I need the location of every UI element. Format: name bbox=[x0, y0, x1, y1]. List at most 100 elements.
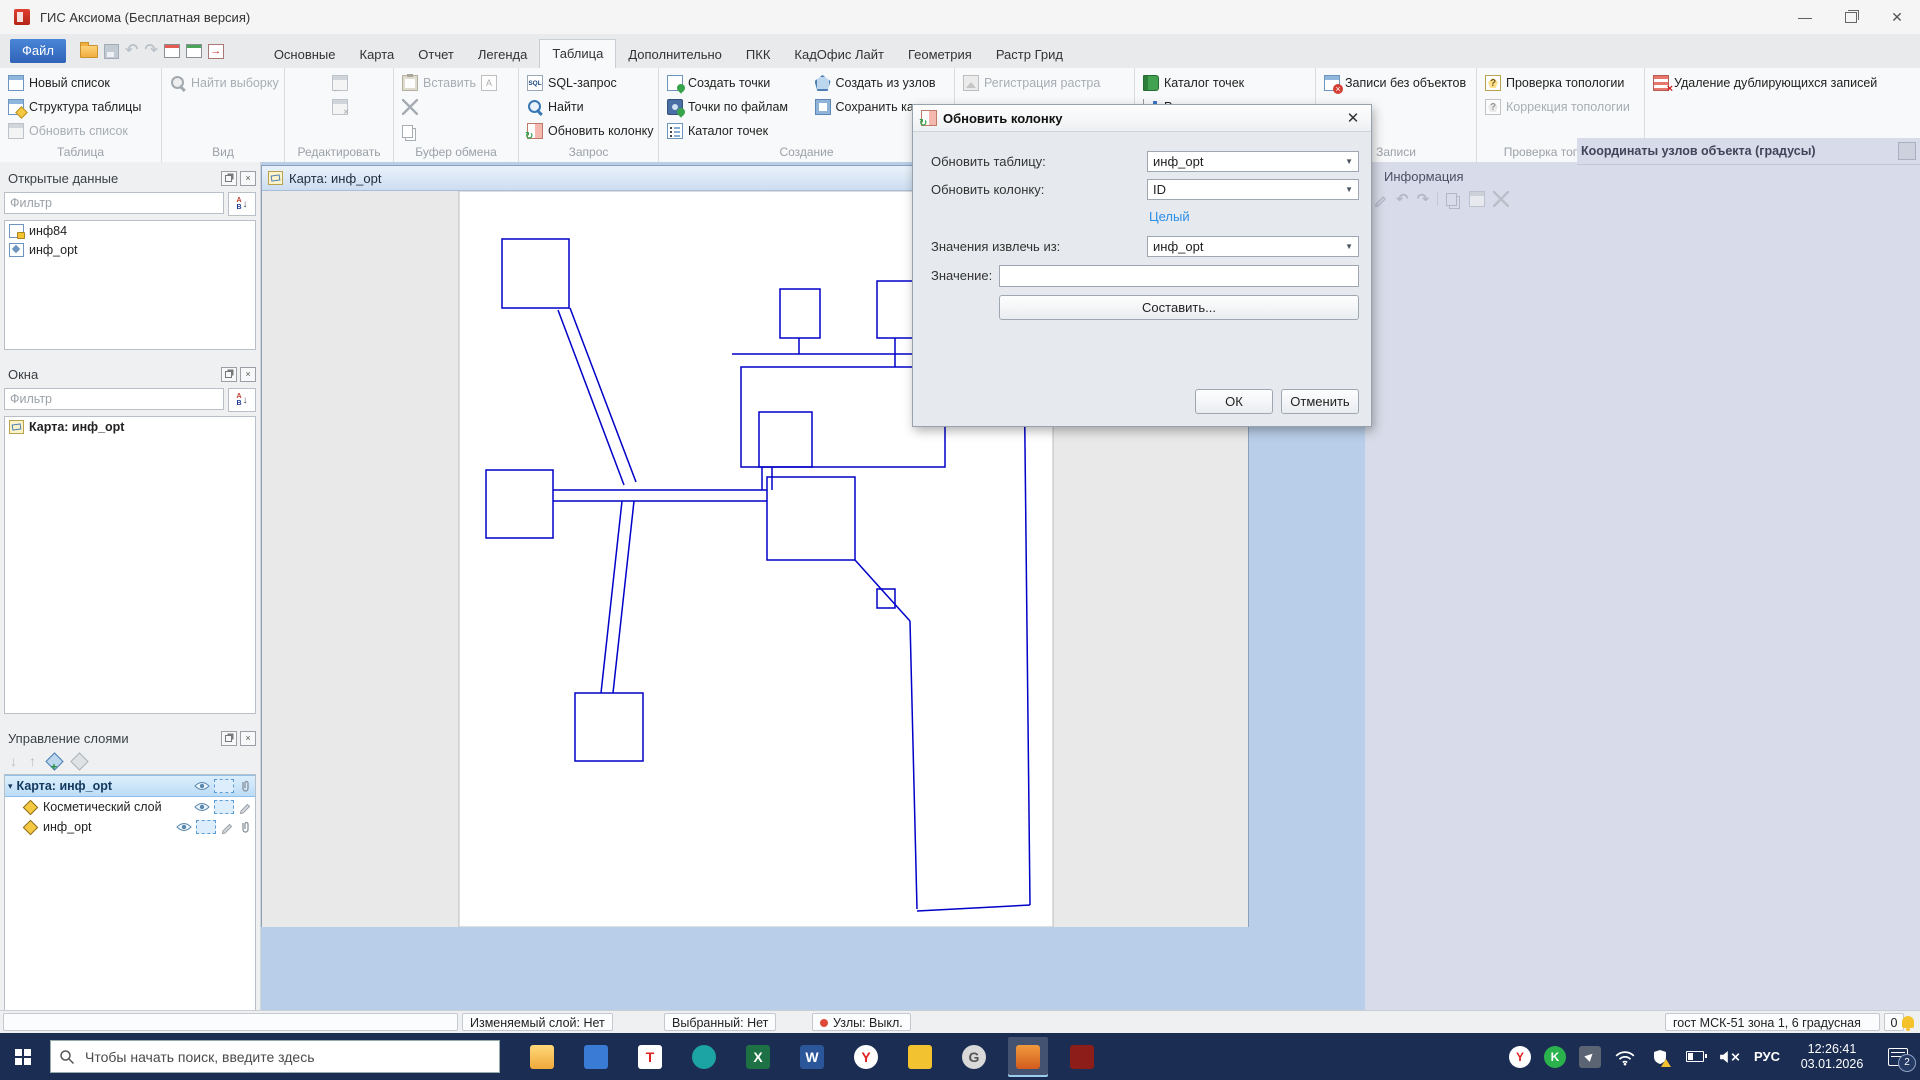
topology-fix-button[interactable]: Коррекция топологии bbox=[1481, 95, 1642, 119]
status-nodes[interactable]: Узлы: Выкл. bbox=[812, 1013, 911, 1031]
windows-filter-input[interactable] bbox=[4, 388, 224, 410]
taskbar-app-yellow[interactable] bbox=[900, 1037, 940, 1077]
float-panel-icon[interactable] bbox=[221, 171, 237, 186]
visibility-eye-icon[interactable] bbox=[194, 801, 210, 813]
edit-records-button[interactable] bbox=[289, 71, 391, 95]
sort-button[interactable]: АВ↓ bbox=[228, 192, 256, 216]
taskbar-app-excel[interactable]: X bbox=[738, 1037, 778, 1077]
tab-rastr-grid[interactable]: Растр Грид bbox=[984, 41, 1075, 68]
paperclip-icon[interactable] bbox=[238, 779, 252, 794]
layer-row-inf-opt[interactable]: инф_opt bbox=[5, 817, 255, 837]
taskbar-app-gimp[interactable]: G bbox=[954, 1037, 994, 1077]
value-input[interactable] bbox=[999, 265, 1359, 287]
list-item[interactable]: инф_opt bbox=[5, 240, 255, 259]
taskbar-search[interactable] bbox=[50, 1040, 500, 1073]
copy-button[interactable] bbox=[398, 119, 516, 143]
bell-icon[interactable] bbox=[1902, 1016, 1914, 1031]
export-icon[interactable]: → bbox=[208, 44, 224, 59]
close-panel-icon[interactable]: × bbox=[240, 367, 256, 382]
create-from-nodes-button[interactable]: Создать из узлов bbox=[811, 71, 953, 95]
edit-pencil-icon[interactable] bbox=[238, 800, 252, 814]
list-item[interactable]: Карта: инф_opt bbox=[5, 417, 255, 436]
panel-menu-icon[interactable] bbox=[1898, 142, 1916, 160]
taskbar-app-axioma[interactable] bbox=[1008, 1037, 1048, 1077]
window-titlebar[interactable]: ГИС Аксиома (Бесплатная версия) — ✕ bbox=[0, 0, 1920, 34]
tab-karta[interactable]: Карта bbox=[348, 41, 407, 68]
add-layer-icon[interactable] bbox=[45, 752, 63, 770]
file-menu-button[interactable]: Файл bbox=[10, 39, 66, 63]
dialog-titlebar[interactable]: Обновить колонку ✕ bbox=[913, 105, 1371, 132]
redo-icon[interactable]: ↷ bbox=[144, 43, 157, 59]
minimize-button[interactable]: — bbox=[1782, 0, 1828, 34]
maximize-button[interactable] bbox=[1828, 0, 1874, 34]
security-shield-icon[interactable] bbox=[1649, 1046, 1671, 1068]
refresh-list-button[interactable]: Обновить список bbox=[4, 119, 159, 143]
new-list-button[interactable]: Новый список bbox=[4, 71, 159, 95]
topology-check-button[interactable]: Проверка топологии bbox=[1481, 71, 1642, 95]
notification-center-button[interactable]: 2 bbox=[1884, 1046, 1910, 1068]
grid-icon[interactable] bbox=[1469, 191, 1485, 207]
paperclip-icon[interactable] bbox=[238, 820, 252, 835]
ok-button[interactable]: ОК bbox=[1195, 389, 1273, 414]
close-panel-icon[interactable]: × bbox=[240, 171, 256, 186]
layer-row-map[interactable]: ▾ Карта: инф_opt bbox=[5, 775, 255, 797]
status-selected[interactable]: Выбранный: Нет bbox=[664, 1013, 776, 1031]
layer-properties-icon[interactable] bbox=[70, 752, 88, 770]
open-icon[interactable] bbox=[80, 45, 98, 58]
volume-muted-icon[interactable] bbox=[1719, 1046, 1741, 1068]
battery-icon[interactable] bbox=[1684, 1046, 1706, 1068]
search-input[interactable] bbox=[83, 1048, 499, 1066]
update-table-select[interactable]: инф_opt▼ bbox=[1147, 151, 1359, 172]
source-select[interactable]: инф_opt▼ bbox=[1147, 236, 1359, 257]
cut-button[interactable] bbox=[398, 95, 516, 119]
taskbar-clock[interactable]: 12:26:41 03.01.2026 bbox=[1793, 1042, 1871, 1072]
create-points-button[interactable]: Создать точки bbox=[663, 71, 805, 95]
find-selection-button[interactable]: Найти выборку bbox=[166, 71, 282, 95]
edit-pencil-icon[interactable] bbox=[1373, 192, 1388, 207]
status-projection[interactable]: гост МСК-51 зона 1, 6 градусная bbox=[1665, 1013, 1880, 1031]
start-button[interactable] bbox=[0, 1033, 46, 1080]
delete-icon[interactable] bbox=[1493, 191, 1509, 207]
open-table-icon[interactable] bbox=[186, 44, 202, 58]
tab-otchet[interactable]: Отчет bbox=[406, 41, 466, 68]
coords-panel-header[interactable]: Координаты узлов объекта (градусы) bbox=[1577, 138, 1920, 165]
layer-checkbox[interactable] bbox=[214, 800, 234, 814]
copy-icon[interactable] bbox=[1446, 193, 1457, 206]
collapse-node-icon[interactable]: ▾ bbox=[8, 781, 13, 792]
language-indicator[interactable]: РУС bbox=[1754, 1049, 1780, 1064]
points-catalog-button[interactable]: Каталог точек bbox=[663, 119, 805, 143]
sql-query-button[interactable]: SQL-запрос bbox=[523, 71, 656, 95]
taskbar-app-explorer[interactable] bbox=[522, 1037, 562, 1077]
raster-registration-button[interactable]: Регистрация растра bbox=[959, 71, 1132, 95]
table-structure-button[interactable]: Структура таблицы bbox=[4, 95, 159, 119]
tab-kadofis[interactable]: КадОфис Лайт bbox=[782, 41, 896, 68]
compose-button[interactable]: Составить... bbox=[999, 295, 1359, 320]
tray-arrow-icon[interactable]: ▶ bbox=[1579, 1046, 1601, 1068]
tray-yandex-icon[interactable]: Y bbox=[1509, 1046, 1531, 1068]
points-from-files-button[interactable]: Точки по файлам bbox=[663, 95, 805, 119]
taskbar-app-red[interactable] bbox=[1062, 1037, 1102, 1077]
sort-button[interactable]: АВ↓ bbox=[228, 388, 256, 412]
float-panel-icon[interactable] bbox=[221, 731, 237, 746]
save-icon[interactable] bbox=[104, 44, 119, 59]
layer-row-cosmetic[interactable]: Косметический слой bbox=[5, 797, 255, 817]
wifi-icon[interactable] bbox=[1614, 1046, 1636, 1068]
update-column-select[interactable]: ID▼ bbox=[1147, 179, 1359, 200]
tab-dopolnitelno[interactable]: Дополнительно bbox=[616, 41, 734, 68]
remove-duplicates-button[interactable]: Удаление дублирующихся записей bbox=[1649, 71, 1911, 95]
redo-icon[interactable]: ↷ bbox=[1417, 190, 1430, 208]
layer-checkbox[interactable] bbox=[196, 820, 216, 834]
close-button[interactable]: ✕ bbox=[1874, 0, 1920, 34]
tab-osnovnye[interactable]: Основные bbox=[262, 41, 348, 68]
delete-records-button[interactable] bbox=[289, 95, 391, 119]
open-data-filter-input[interactable] bbox=[4, 192, 224, 214]
move-layer-up-icon[interactable]: ↑ bbox=[29, 754, 36, 768]
undo-icon[interactable]: ↶ bbox=[125, 43, 138, 59]
visibility-eye-icon[interactable] bbox=[176, 821, 192, 833]
taskbar-app-teal[interactable] bbox=[684, 1037, 724, 1077]
edit-pencil-icon[interactable] bbox=[220, 820, 234, 834]
tab-tablitsa[interactable]: Таблица bbox=[539, 39, 616, 69]
visibility-eye-icon[interactable] bbox=[194, 780, 210, 792]
points-catalog-2-button[interactable]: Каталог точек bbox=[1139, 71, 1313, 95]
list-item[interactable]: инф84 bbox=[5, 221, 255, 240]
